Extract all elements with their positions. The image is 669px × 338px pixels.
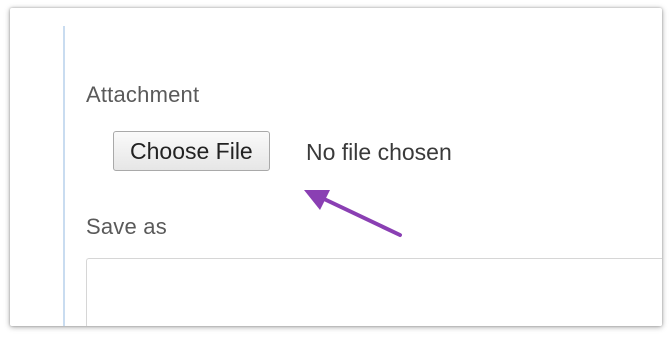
attachment-label: Attachment [86,82,200,107]
choose-file-button[interactable]: Choose File [113,131,270,171]
form-card: Attachment Choose File No file chosen Sa… [10,8,662,326]
save-as-input[interactable] [86,258,662,326]
file-status-text: No file chosen [306,139,452,165]
accent-divider [63,26,65,326]
save-as-label: Save as [86,214,167,239]
